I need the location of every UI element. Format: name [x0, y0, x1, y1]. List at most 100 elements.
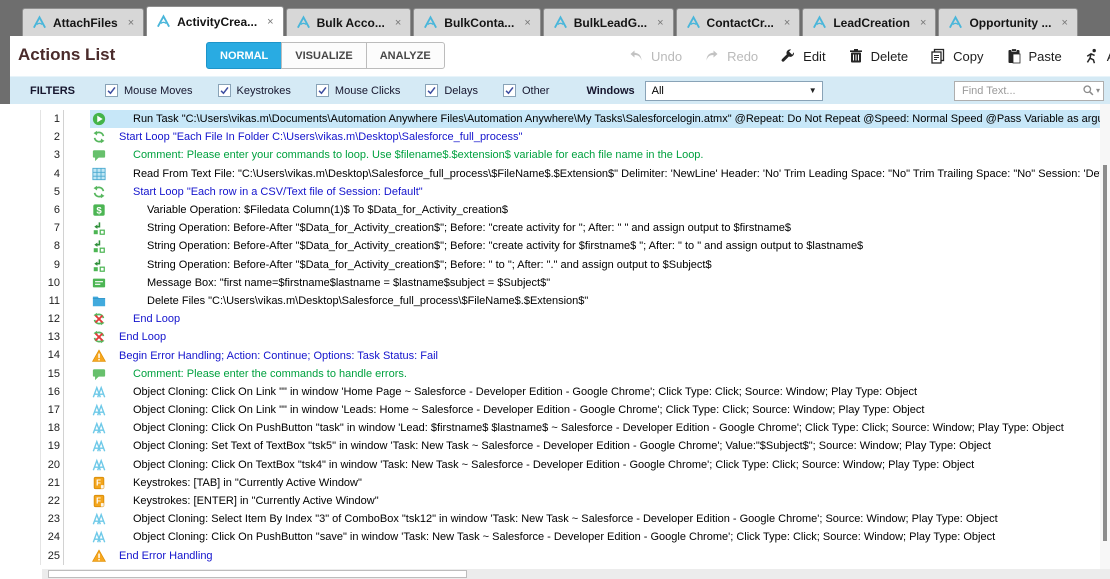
- action-row[interactable]: 19Object Cloning: Set Text of TextBox "t…: [0, 437, 1100, 455]
- action-row-body[interactable]: Start Loop "Each File In Folder C:\Users…: [90, 128, 1100, 146]
- action-row[interactable]: 15Comment: Please enter the commands to …: [0, 365, 1100, 383]
- action-row-body[interactable]: Delete Files "C:\Users\vikas.m\Desktop\S…: [90, 292, 1100, 310]
- action-row[interactable]: 18Object Cloning: Click On PushButton "t…: [0, 419, 1100, 437]
- redo-button[interactable]: Redo: [704, 48, 758, 64]
- vertical-scrollbar-thumb[interactable]: [1103, 165, 1107, 541]
- action-row[interactable]: 2Start Loop "Each File In Folder C:\User…: [0, 128, 1100, 146]
- action-row-body[interactable]: Object Cloning: Click On Link "" in wind…: [90, 401, 1100, 419]
- action-row-body[interactable]: End Loop: [90, 328, 1100, 346]
- action-row-body[interactable]: Object Cloning: Click On TextBox "tsk4" …: [90, 456, 1100, 474]
- filter-mouse-clicks[interactable]: Mouse Clicks: [316, 84, 400, 97]
- search-icon[interactable]: ▾: [1082, 84, 1100, 97]
- checkbox-icon[interactable]: [503, 84, 516, 97]
- chevron-down-icon[interactable]: ▼: [809, 86, 817, 95]
- checkbox-icon[interactable]: [218, 84, 231, 97]
- action-row-body[interactable]: End Error Handling: [90, 547, 1100, 565]
- action-row[interactable]: 20Object Cloning: Click On TextBox "tsk4…: [0, 456, 1100, 474]
- action-row[interactable]: 13End Loop: [0, 328, 1100, 346]
- action-row[interactable]: 3Comment: Please enter your commands to …: [0, 146, 1100, 164]
- action-row[interactable]: 11Delete Files "C:\Users\vikas.m\Desktop…: [0, 292, 1100, 310]
- action-row-text: Object Cloning: Select Item By Index "3"…: [133, 513, 998, 525]
- action-row-body[interactable]: $Variable Operation: $Filedata Column(1)…: [90, 201, 1100, 219]
- action-row-body[interactable]: Start Loop "Each row in a CSV/Text file …: [90, 183, 1100, 201]
- action-row-body[interactable]: Message Box: "first name=$firstname$last…: [90, 274, 1100, 292]
- action-row-text: Object Cloning: Click On PushButton "tas…: [133, 422, 1064, 434]
- action-row[interactable]: 5Start Loop "Each row in a CSV/Text file…: [0, 183, 1100, 201]
- action-row-body[interactable]: Object Cloning: Click On PushButton "sav…: [90, 528, 1100, 546]
- vertical-scrollbar[interactable]: [1100, 104, 1110, 569]
- action-row[interactable]: 1Run Task "C:\Users\vikas.m\Documents\Au…: [0, 110, 1100, 128]
- action-row[interactable]: 8String Operation: Before-After "$Data_f…: [0, 237, 1100, 255]
- action-row-body[interactable]: Object Cloning: Select Item By Index "3"…: [90, 510, 1100, 528]
- copy-button[interactable]: Copy: [930, 48, 983, 64]
- action-row-body[interactable]: Object Cloning: Click On PushButton "tas…: [90, 419, 1100, 437]
- mode-visualize[interactable]: VISUALIZE: [281, 42, 366, 69]
- tab-activitycrea[interactable]: ActivityCrea...×: [146, 6, 283, 36]
- comment-icon: [92, 148, 106, 162]
- checkbox-icon[interactable]: [425, 84, 438, 97]
- filter-mouse-moves[interactable]: Mouse Moves: [105, 84, 192, 97]
- find-text-box[interactable]: ▾: [954, 81, 1104, 101]
- action-row[interactable]: 14Begin Error Handling; Action: Continue…: [0, 346, 1100, 364]
- edit-icon: [780, 48, 796, 64]
- tab-contactcr[interactable]: ContactCr...×: [676, 8, 801, 36]
- delete-button[interactable]: Delete: [848, 48, 909, 64]
- action-row[interactable]: 9String Operation: Before-After "$Data_f…: [0, 256, 1100, 274]
- action-row[interactable]: 25End Error Handling: [0, 547, 1100, 565]
- action-row-body[interactable]: Object Cloning: Click On Link "" in wind…: [90, 383, 1100, 401]
- action-row-body[interactable]: FKeystrokes: [TAB] in "Currently Active …: [90, 474, 1100, 492]
- tab-opportunity[interactable]: Opportunity ...×: [938, 8, 1077, 36]
- action-row-body[interactable]: Comment: Please enter the commands to ha…: [90, 365, 1100, 383]
- filter-delays[interactable]: Delays: [425, 84, 478, 97]
- action-row[interactable]: 4Read From Text File: "C:\Users\vikas.m\…: [0, 165, 1100, 183]
- action-row[interactable]: 24Object Cloning: Click On PushButton "s…: [0, 528, 1100, 546]
- windows-dropdown[interactable]: All ▼: [645, 81, 823, 101]
- horizontal-scrollbar-thumb[interactable]: [48, 570, 467, 578]
- mode-analyze[interactable]: ANALYZE: [366, 42, 445, 69]
- action-row-body[interactable]: Run Task "C:\Users\vikas.m\Documents\Aut…: [90, 110, 1100, 128]
- action-row[interactable]: 16Object Cloning: Click On Link "" in wi…: [0, 383, 1100, 401]
- checkbox-icon[interactable]: [105, 84, 118, 97]
- action-row-body[interactable]: Object Cloning: Set Text of TextBox "tsk…: [90, 437, 1100, 455]
- action-row-body[interactable]: String Operation: Before-After "$Data_fo…: [90, 219, 1100, 237]
- action-row[interactable]: 23Object Cloning: Select Item By Index "…: [0, 510, 1100, 528]
- tab-close-icon[interactable]: ×: [524, 17, 530, 29]
- filter-keystrokes[interactable]: Keystrokes: [218, 84, 291, 97]
- action-row[interactable]: 22FKeystrokes: [ENTER] in "Currently Act…: [0, 492, 1100, 510]
- action-row[interactable]: 6$Variable Operation: $Filedata Column(1…: [0, 201, 1100, 219]
- action-row-body[interactable]: Comment: Please enter your commands to l…: [90, 146, 1100, 164]
- tab-bulkleadg[interactable]: BulkLeadG...×: [543, 8, 674, 36]
- tab-close-icon[interactable]: ×: [920, 17, 926, 29]
- string-operation-icon: [92, 221, 106, 235]
- find-text-input[interactable]: [955, 82, 1080, 100]
- tab-close-icon[interactable]: ×: [395, 17, 401, 29]
- action-row[interactable]: 7String Operation: Before-After "$Data_f…: [0, 219, 1100, 237]
- checkbox-icon[interactable]: [316, 84, 329, 97]
- action-row-body[interactable]: String Operation: Before-After "$Data_fo…: [90, 256, 1100, 274]
- mode-normal[interactable]: NORMAL: [206, 42, 282, 69]
- tab-attachfiles[interactable]: AttachFiles×: [22, 8, 144, 36]
- paste-button[interactable]: Paste: [1006, 48, 1062, 64]
- action-row[interactable]: 10Message Box: "first name=$firstname$la…: [0, 274, 1100, 292]
- tab-close-icon[interactable]: ×: [267, 16, 273, 28]
- tab-bulkconta[interactable]: BulkConta...×: [413, 8, 540, 36]
- tab-leadcreation[interactable]: LeadCreation×: [802, 8, 936, 36]
- action-row-body[interactable]: String Operation: Before-After "$Data_fo…: [90, 237, 1100, 255]
- action-row[interactable]: 21FKeystrokes: [TAB] in "Currently Activ…: [0, 474, 1100, 492]
- tab-close-icon[interactable]: ×: [784, 17, 790, 29]
- filter-other[interactable]: Other: [503, 84, 550, 97]
- action-row-body[interactable]: FKeystrokes: [ENTER] in "Currently Activ…: [90, 492, 1100, 510]
- tab-close-icon[interactable]: ×: [128, 17, 134, 29]
- action-row[interactable]: 17Object Cloning: Click On Link "" in wi…: [0, 401, 1100, 419]
- action-row-body[interactable]: End Loop: [90, 310, 1100, 328]
- horizontal-scrollbar[interactable]: [42, 569, 1110, 579]
- tab-close-icon[interactable]: ×: [1061, 17, 1067, 29]
- tab-close-icon[interactable]: ×: [657, 17, 663, 29]
- action-row-body[interactable]: Begin Error Handling; Action: Continue; …: [90, 346, 1100, 364]
- action-row[interactable]: 12End Loop: [0, 310, 1100, 328]
- tab-bulk-acco[interactable]: Bulk Acco...×: [286, 8, 412, 36]
- edit-button[interactable]: Edit: [780, 48, 825, 64]
- undo-button[interactable]: Undo: [628, 48, 682, 64]
- action-row-body[interactable]: Read From Text File: "C:\Users\vikas.m\D…: [90, 165, 1100, 183]
- actions-button[interactable]: Actions: [1084, 48, 1110, 64]
